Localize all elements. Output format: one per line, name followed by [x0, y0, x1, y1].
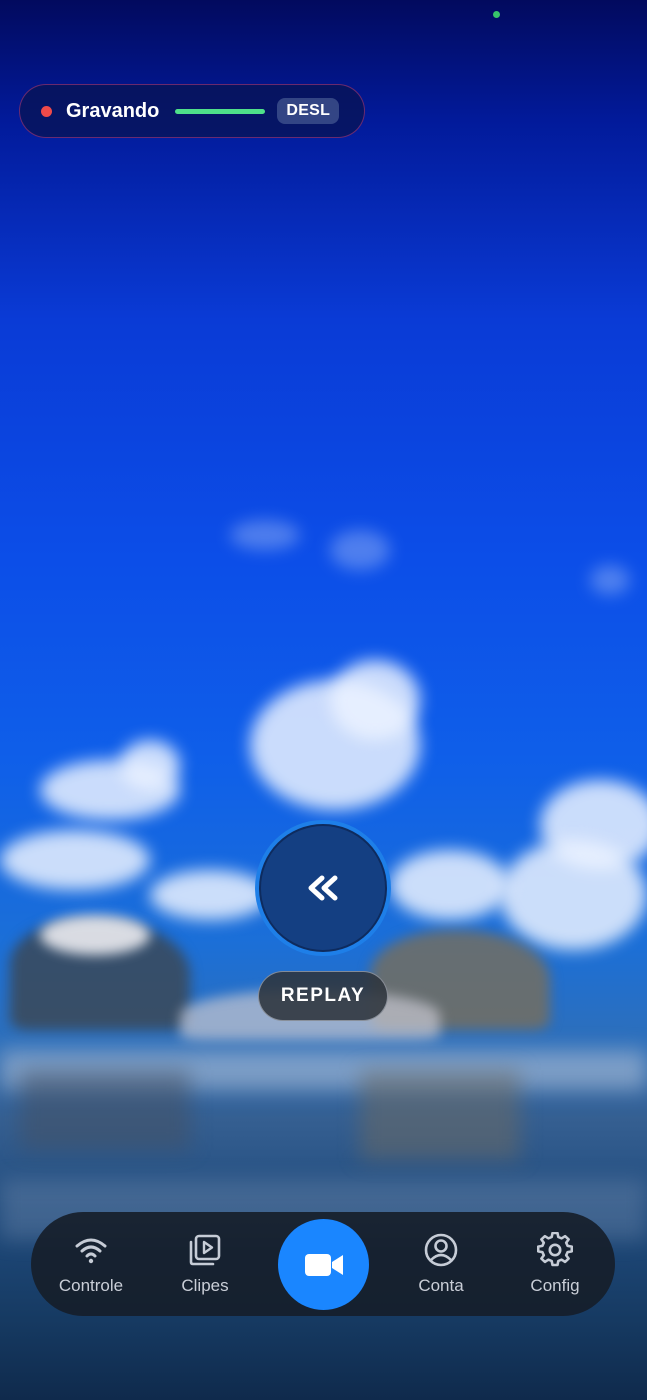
rewind-icon [308, 875, 338, 901]
nav-label-conta: Conta [418, 1276, 464, 1295]
gear-icon [537, 1232, 573, 1267]
nav-item-controle[interactable]: Controle [43, 1212, 139, 1316]
nav-label-clipes: Clipes [181, 1276, 229, 1295]
replay-button[interactable] [255, 820, 391, 956]
status-indicator-dot [493, 11, 500, 18]
nav-label-config: Config [530, 1276, 580, 1295]
mode-badge[interactable]: DESL [277, 98, 340, 124]
camera-record-button[interactable] [278, 1219, 369, 1310]
recording-dot [41, 105, 52, 117]
account-icon [424, 1233, 458, 1267]
recording-label: Gravando [66, 99, 160, 122]
recording-status-pill: Gravando DESL [19, 84, 365, 138]
nav-item-config[interactable]: Config [507, 1212, 603, 1316]
replay-label[interactable]: REPLAY [258, 971, 388, 1021]
video-camera-icon [304, 1253, 343, 1276]
clips-icon [189, 1234, 221, 1266]
nav-item-clipes[interactable]: Clipes [157, 1212, 253, 1316]
recording-level-bar [175, 108, 266, 114]
nav-label-controle: Controle [58, 1276, 124, 1295]
wifi-icon [75, 1238, 107, 1264]
nav-item-conta[interactable]: Conta [393, 1212, 489, 1316]
camera-preview [0, 0, 647, 1400]
